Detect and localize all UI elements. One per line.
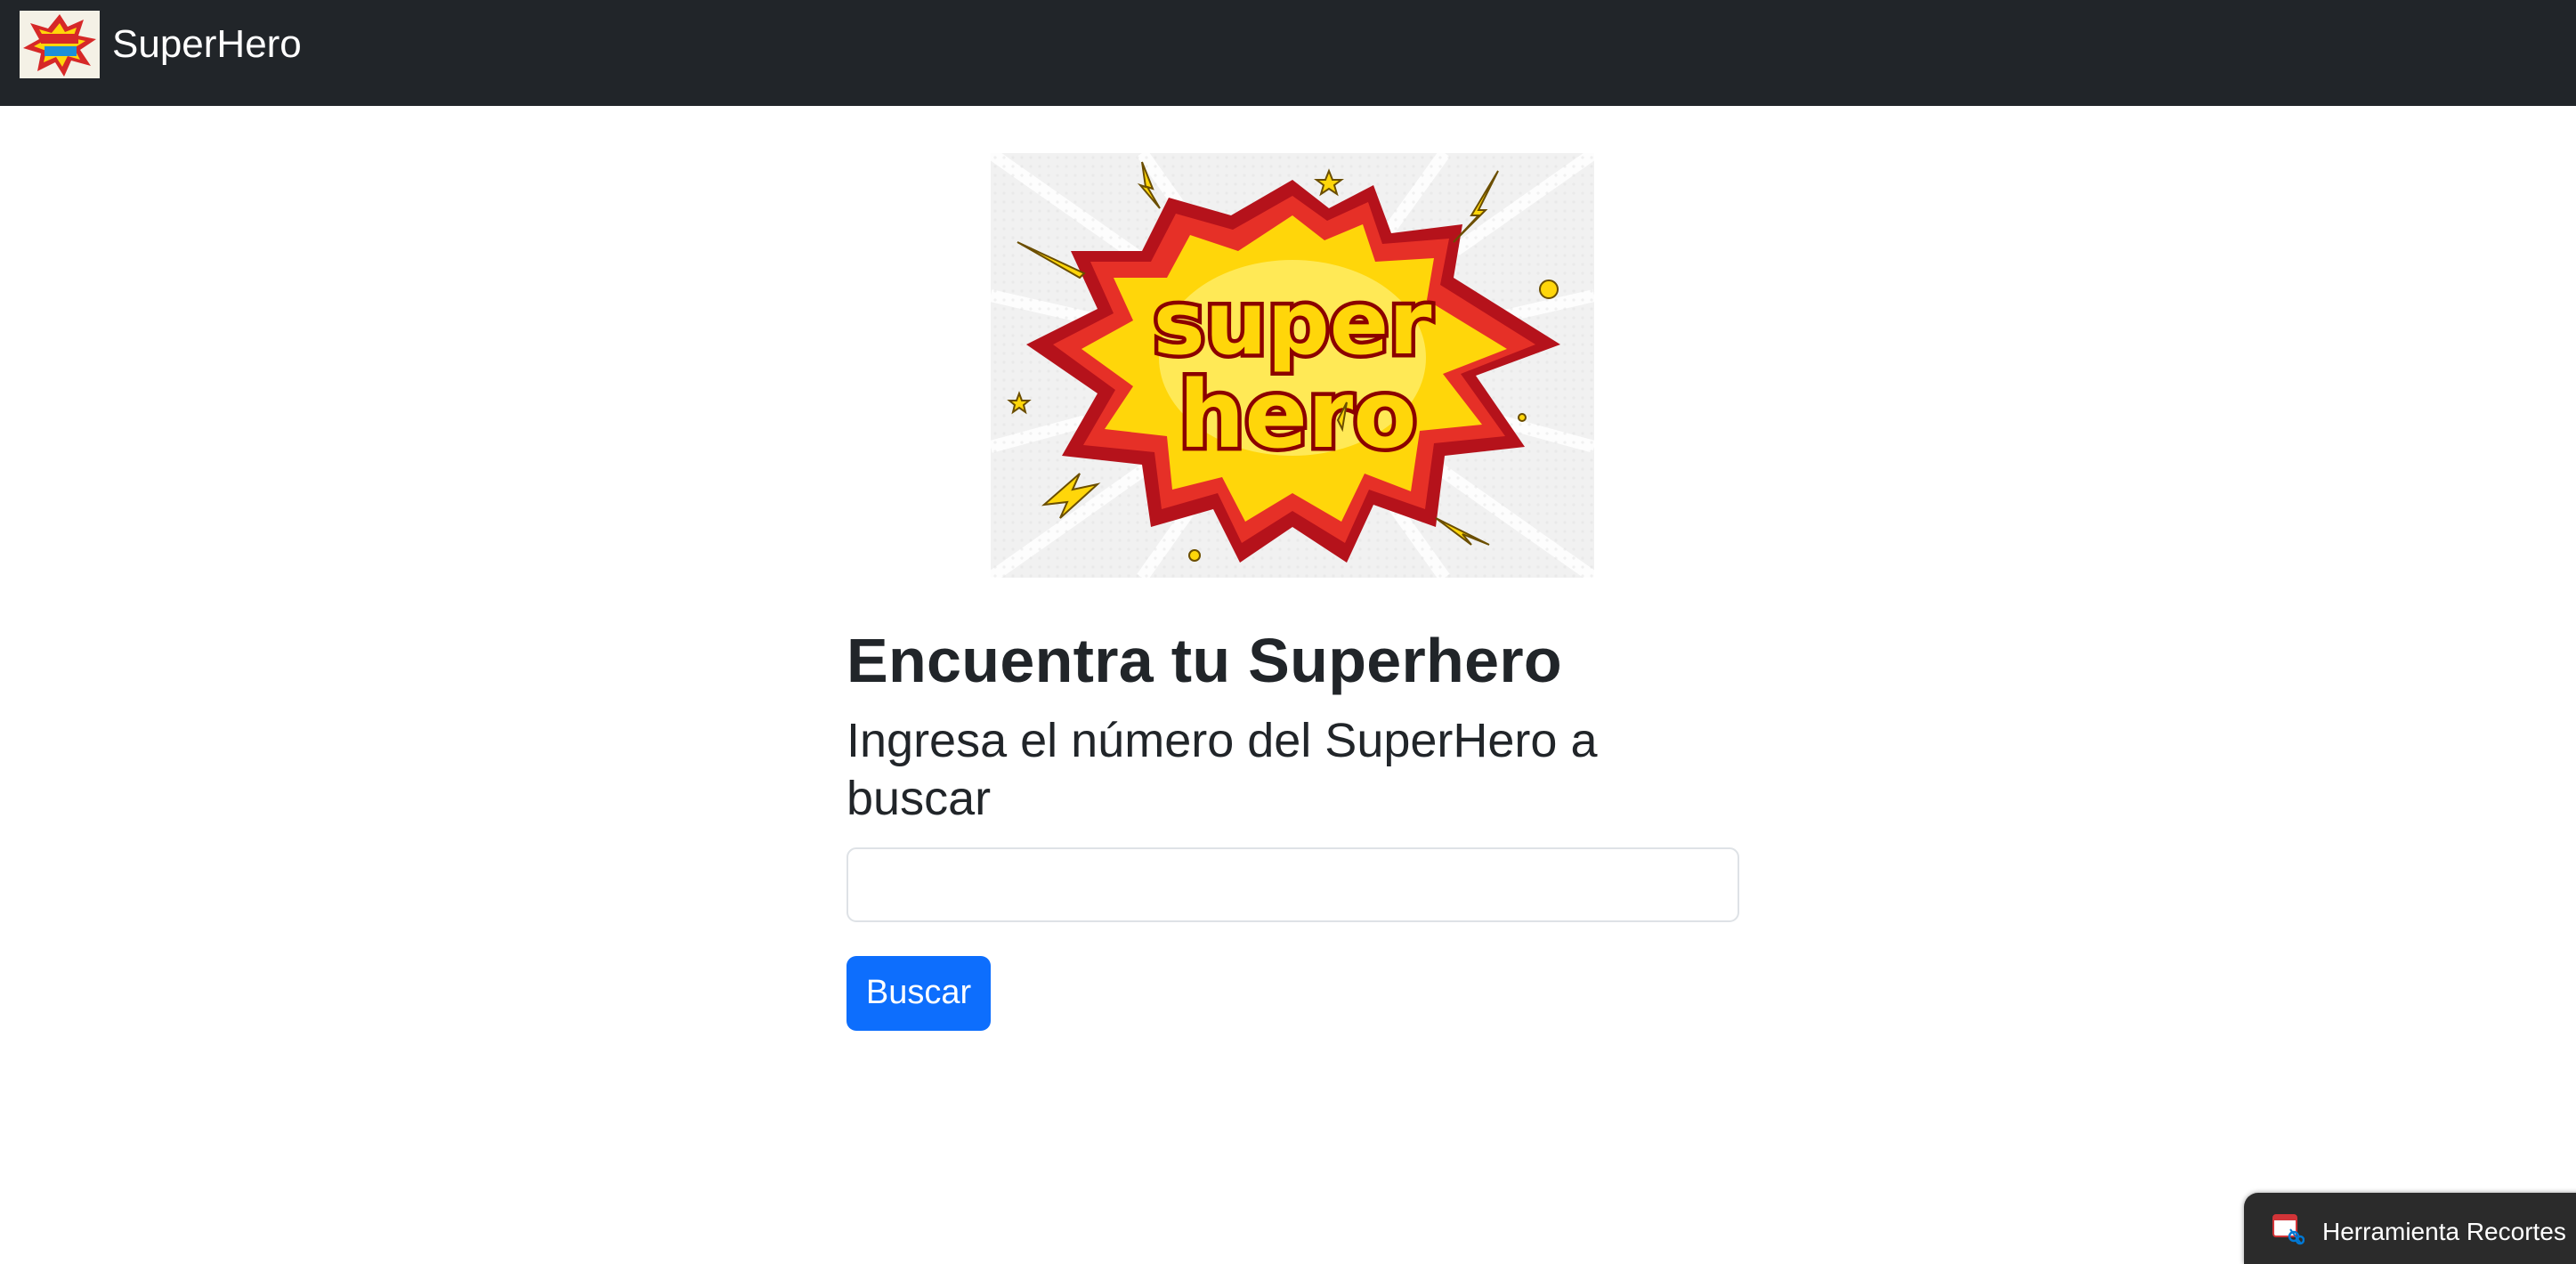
page-subtitle: Ingresa el número del SuperHero a buscar xyxy=(847,714,1598,825)
search-section: Encuentra tu Superhero Ingresa el número… xyxy=(847,623,1739,1031)
burst-word-super: super xyxy=(1153,273,1432,375)
superhero-logo-icon xyxy=(20,10,100,78)
search-button[interactable]: Buscar xyxy=(847,955,991,1031)
superhero-comic-burst-image: super hero xyxy=(991,153,1594,578)
brand-name: SuperHero xyxy=(112,21,302,66)
snipping-tool-notification[interactable]: Herramienta Recortes xyxy=(2244,1193,2576,1264)
burst-word-hero: hero xyxy=(1179,361,1416,469)
snipping-tool-icon xyxy=(2272,1214,2305,1245)
top-navbar: SuperHero xyxy=(0,0,2576,106)
page-title: Encuentra tu Superhero xyxy=(847,626,1562,695)
navbar-brand-link[interactable]: SuperHero xyxy=(20,10,302,78)
snipping-tool-label: Herramienta Recortes xyxy=(2322,1218,2566,1245)
superhero-number-input[interactable] xyxy=(847,847,1739,922)
